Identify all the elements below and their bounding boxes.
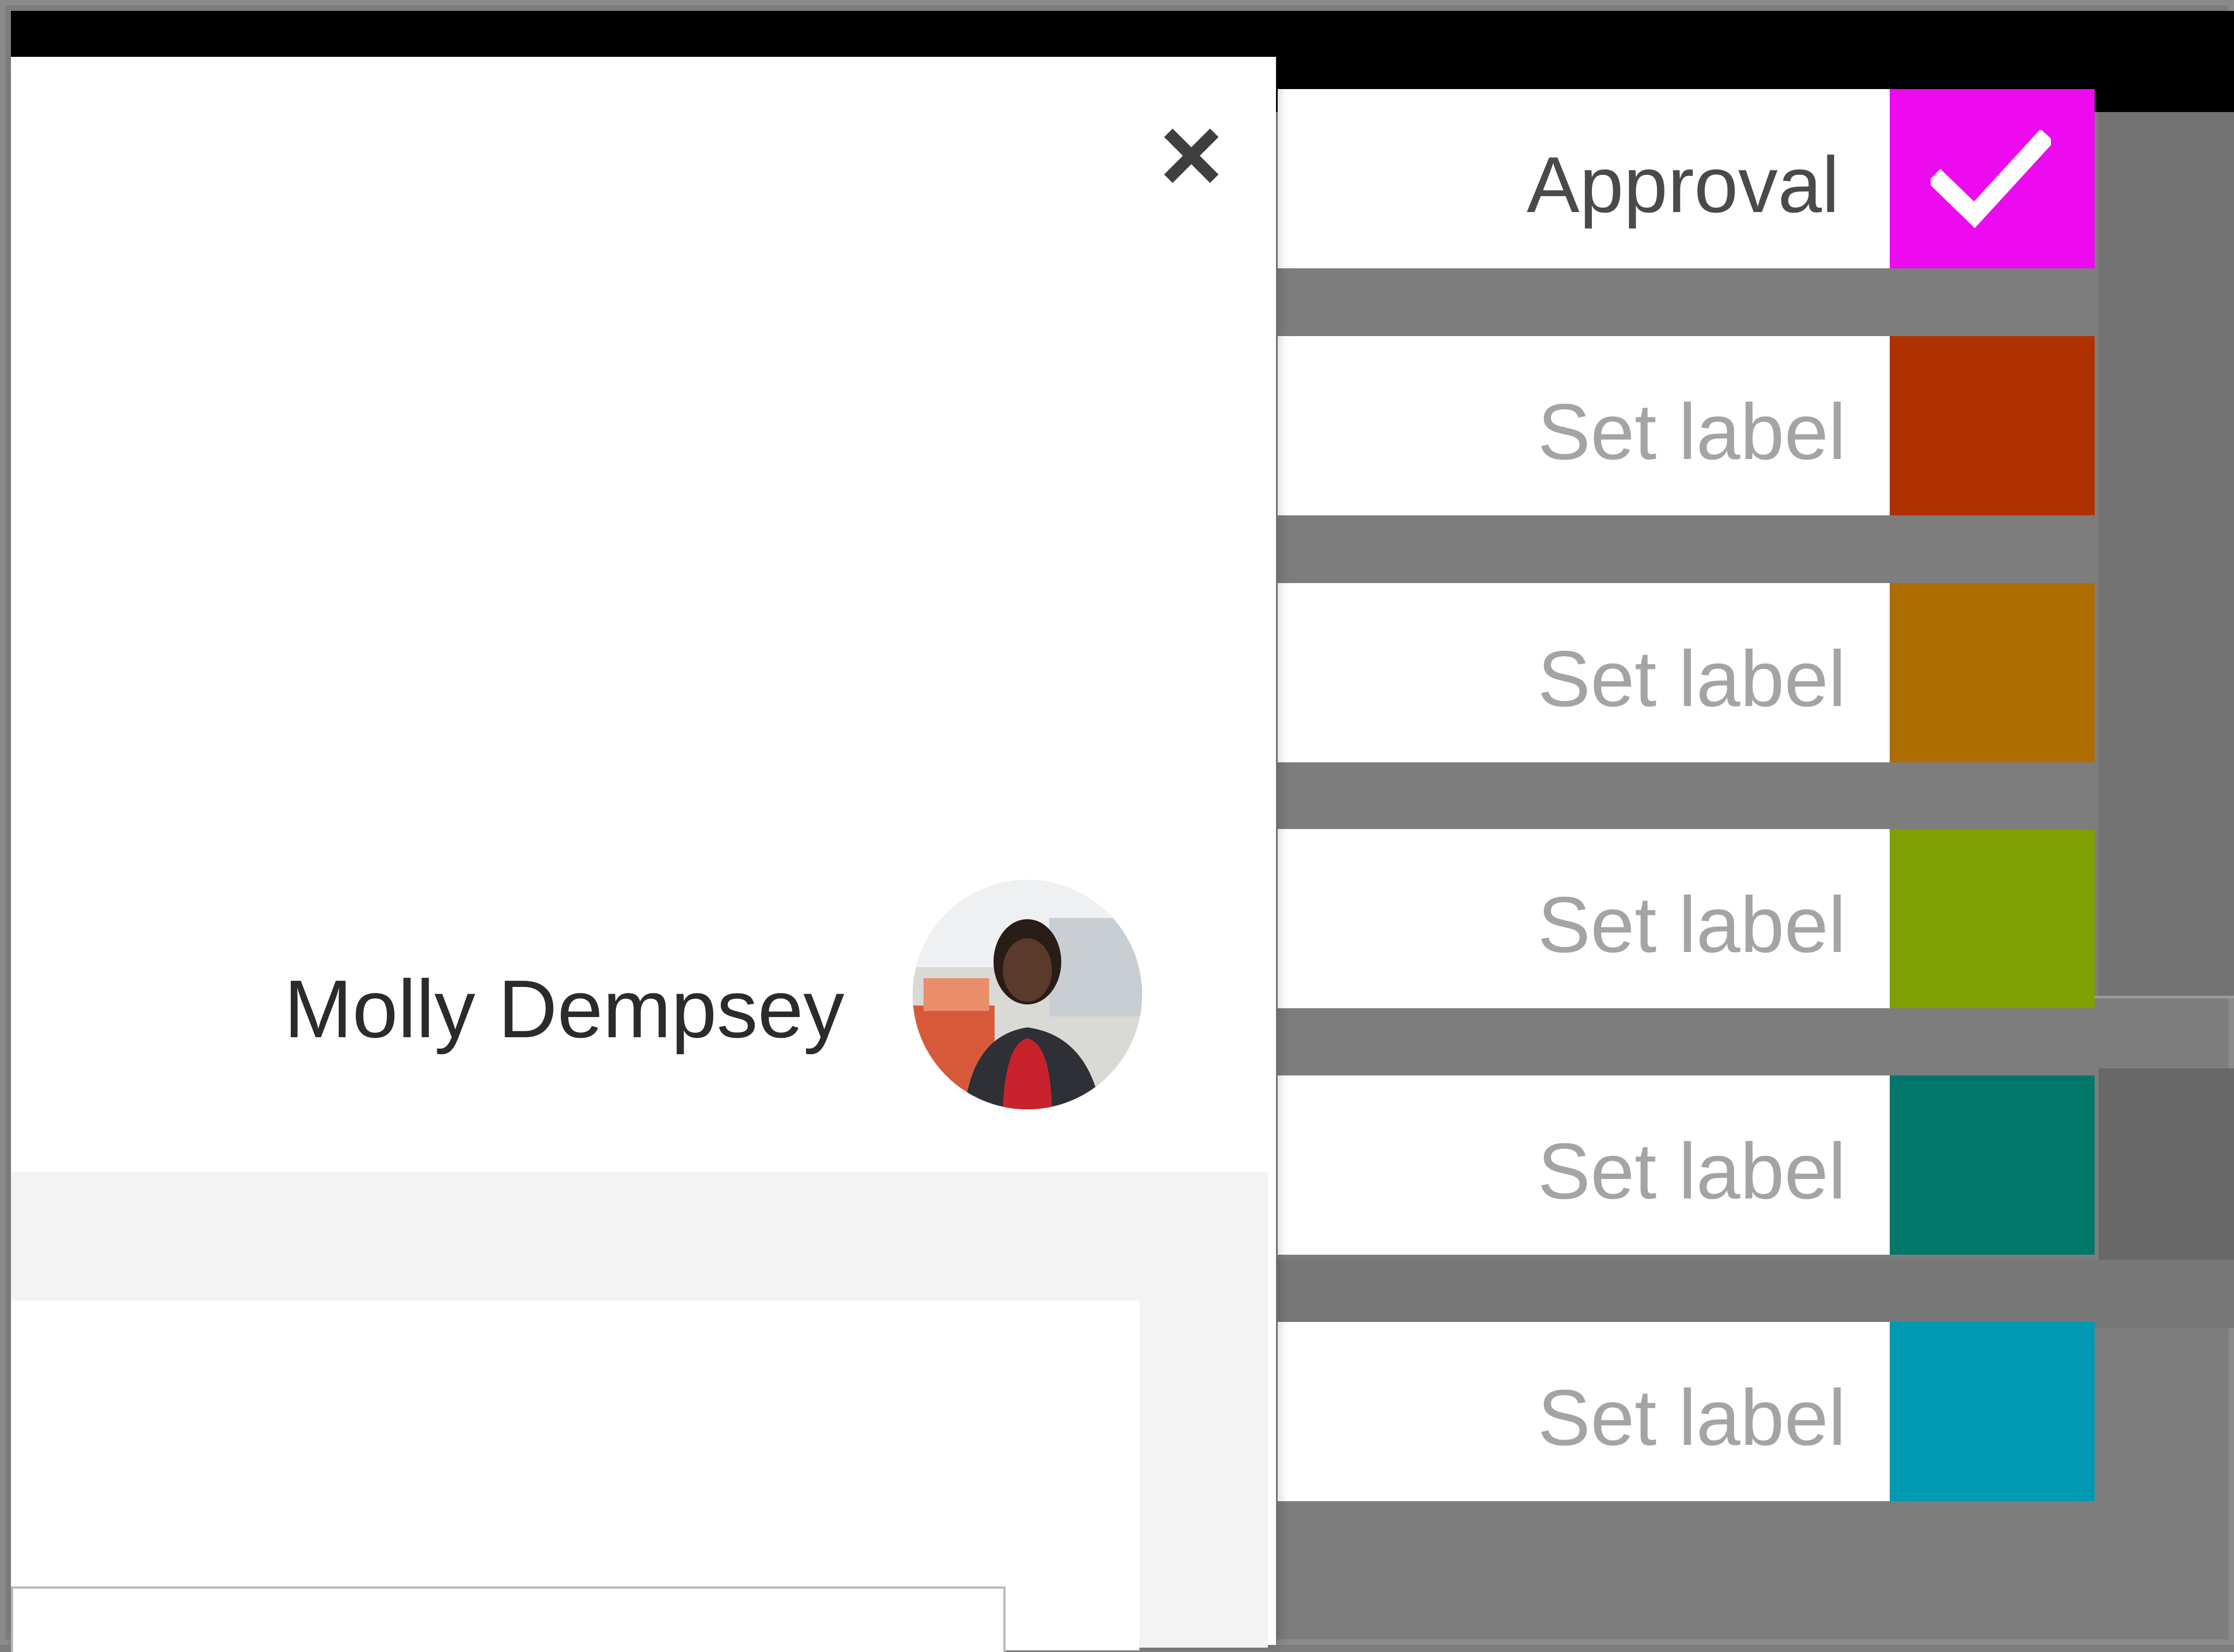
set-label-text: Set label (1537, 387, 1846, 476)
set-label-text: Set label (1537, 1127, 1846, 1215)
label-row-6[interactable]: Set label (1278, 1322, 2097, 1501)
label-text-cell: Set label (1278, 1075, 1890, 1255)
background-shade (2098, 112, 2234, 997)
comment-input[interactable] (11, 1586, 1006, 1652)
color-swatch-orange[interactable] (1890, 583, 2095, 762)
set-label-text: Set label (1537, 1373, 1846, 1462)
label-row-5[interactable]: Set label (1278, 1075, 2097, 1255)
color-swatch-magenta[interactable] (1890, 89, 2095, 268)
app-frame: Approval Set label Set label Set label S… (0, 0, 2234, 1652)
checkmark-icon (1931, 130, 2051, 228)
background-shade (1278, 1260, 2234, 1328)
label-text-cell: Set label (1278, 829, 1890, 1008)
label-text-cell: Set label (1278, 583, 1890, 762)
color-swatch-red[interactable] (1890, 336, 2095, 515)
avatar-image (913, 880, 1142, 1109)
label-row-3[interactable]: Set label (1278, 583, 2097, 762)
color-swatch-teal[interactable] (1890, 1075, 2095, 1255)
label-row-approval[interactable]: Approval (1278, 89, 2097, 268)
label-text: Approval (1526, 140, 1839, 229)
label-row-2[interactable]: Set label (1278, 336, 2097, 515)
person-card: Molly Dempsey (115, 863, 1153, 1126)
label-text-cell: Set label (1278, 336, 1890, 515)
person-name: Molly Dempsey (284, 963, 844, 1055)
color-swatch-blue[interactable] (1890, 1322, 2095, 1501)
label-text-cell: Set label (1278, 1322, 1890, 1501)
set-label-text: Set label (1537, 880, 1846, 969)
background-shade (2098, 1068, 2234, 1260)
label-row-4[interactable]: Set label (1278, 829, 2097, 1008)
close-icon (1164, 128, 1219, 183)
label-text-cell: Approval (1278, 89, 1890, 268)
close-button[interactable] (1153, 117, 1230, 194)
set-label-text: Set label (1537, 634, 1846, 723)
user-avatar[interactable] (913, 880, 1142, 1109)
color-swatch-green[interactable] (1890, 829, 2095, 1008)
